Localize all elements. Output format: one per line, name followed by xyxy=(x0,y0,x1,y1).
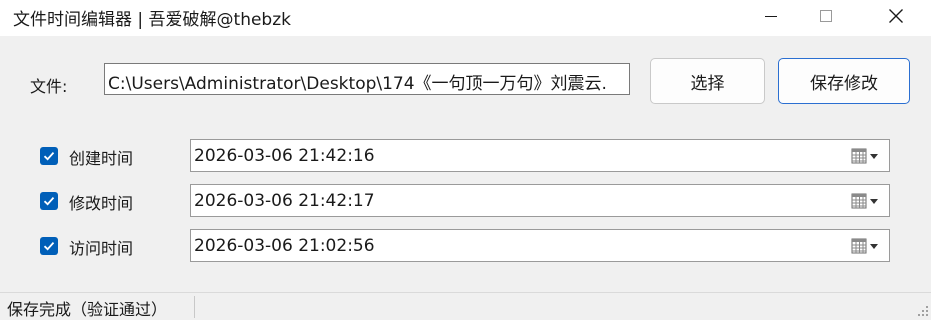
file-label: 文件: xyxy=(30,77,68,96)
checkmark-icon xyxy=(43,197,55,206)
close-button[interactable] xyxy=(873,0,919,32)
calendar-dropdown-icon[interactable] xyxy=(851,148,883,164)
window-title: 文件时间编辑器 | 吾爱破解@thebzk xyxy=(13,10,291,30)
created-time-value: 2026-03-06 21:42:16 xyxy=(194,146,375,166)
file-path-text: C:\Users\Administrator\Desktop\174《一句顶一万… xyxy=(108,74,607,94)
maximize-button[interactable] xyxy=(803,0,849,32)
save-changes-button[interactable]: 保存修改 xyxy=(778,58,910,104)
file-path-field[interactable]: C:\Users\Administrator\Desktop\174《一句顶一万… xyxy=(104,63,630,95)
status-text: 保存完成（验证通过） xyxy=(7,300,168,319)
created-time-checkbox[interactable] xyxy=(40,147,58,165)
modified-time-label: 修改时间 xyxy=(69,194,134,213)
accessed-time-checkbox[interactable] xyxy=(40,237,58,255)
close-icon xyxy=(889,9,903,23)
created-time-label: 创建时间 xyxy=(69,149,134,168)
resize-grip-icon[interactable] xyxy=(915,304,929,318)
checkmark-icon xyxy=(43,242,55,251)
modified-time-checkbox[interactable] xyxy=(40,192,58,210)
calendar-dropdown-icon[interactable] xyxy=(851,193,883,209)
minimize-icon xyxy=(765,16,777,17)
select-file-button[interactable]: 选择 xyxy=(650,58,765,104)
minimize-button[interactable] xyxy=(748,0,794,32)
modified-time-picker[interactable]: 2026-03-06 21:42:17 xyxy=(190,184,890,217)
accessed-time-label: 访问时间 xyxy=(69,239,134,258)
created-time-picker[interactable]: 2026-03-06 21:42:16 xyxy=(190,139,890,172)
checkmark-icon xyxy=(43,152,55,161)
title-bar: 文件时间编辑器 | 吾爱破解@thebzk xyxy=(0,0,931,36)
accessed-time-picker[interactable]: 2026-03-06 21:02:56 xyxy=(190,229,890,262)
accessed-time-value: 2026-03-06 21:02:56 xyxy=(194,236,375,256)
status-bar: 保存完成（验证通过） xyxy=(0,292,931,320)
modified-time-value: 2026-03-06 21:42:17 xyxy=(194,191,375,211)
maximize-icon xyxy=(820,10,832,22)
status-divider xyxy=(194,296,195,318)
calendar-dropdown-icon[interactable] xyxy=(851,238,883,254)
